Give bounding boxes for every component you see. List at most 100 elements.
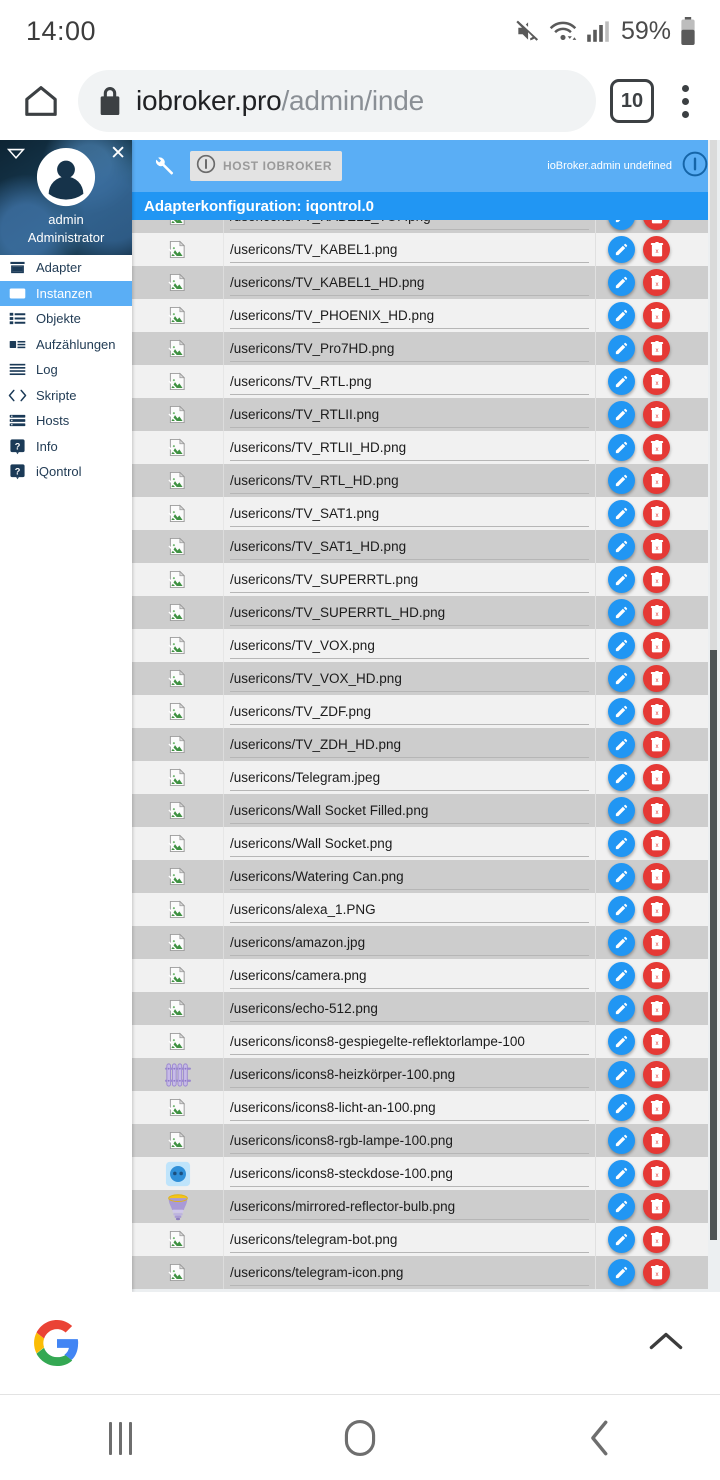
icon-path-field-cell[interactable]: /usericons/Wall Socket Filled.png [224, 794, 596, 827]
pencil-icon[interactable] [608, 302, 635, 329]
trash-icon[interactable]: x [643, 929, 670, 956]
icon-path-input[interactable]: /usericons/Wall Socket Filled.png [230, 802, 589, 824]
pencil-icon[interactable] [608, 434, 635, 461]
trash-icon[interactable]: x [643, 1061, 670, 1088]
table-row[interactable]: /usericons/amazon.jpg x [132, 926, 708, 959]
home-circle-icon[interactable] [300, 1396, 420, 1480]
icon-path-input[interactable]: /usericons/TV_RTLII_HD.png [230, 439, 589, 461]
table-row[interactable]: /usericons/Wall Socket Filled.png x [132, 794, 708, 827]
table-row[interactable]: /usericons/TV_RTLII.png x [132, 398, 708, 431]
table-row[interactable]: /usericons/icons8-gespiegelte-reflektorl… [132, 1025, 708, 1058]
table-row[interactable]: /usericons/TV_VOX.png x [132, 629, 708, 662]
pencil-icon[interactable] [608, 1193, 635, 1220]
table-row[interactable]: /usericons/telegram-icon.png x [132, 1256, 708, 1289]
table-row[interactable]: /usericons/TV_VOX_HD.png x [132, 662, 708, 695]
icon-path-input[interactable]: /usericons/icons8-heizkörper-100.png [230, 1066, 589, 1088]
trash-icon[interactable]: x [643, 896, 670, 923]
icon-path-field-cell[interactable]: /usericons/TV_PHOENIX_HD.png [224, 299, 596, 332]
trash-icon[interactable]: x [643, 1226, 670, 1253]
chevron-up-icon[interactable] [646, 1328, 686, 1359]
trash-icon[interactable]: x [643, 1094, 670, 1121]
icon-path-field-cell[interactable]: /usericons/TV_VOX.png [224, 629, 596, 662]
trash-icon[interactable]: x [643, 500, 670, 527]
icon-path-field-cell[interactable]: /usericons/Wall Socket.png [224, 827, 596, 860]
sidebar-item-info[interactable]: ? Info [0, 434, 132, 460]
icon-path-input[interactable]: /usericons/TV_RTL_HD.png [230, 472, 589, 494]
icon-path-input[interactable]: /usericons/alexa_1.PNG [230, 901, 589, 923]
trash-icon[interactable]: x [643, 368, 670, 395]
pencil-icon[interactable] [608, 698, 635, 725]
icon-path-input[interactable]: /usericons/TV_PHOENIX_HD.png [230, 307, 589, 329]
back-chevron-icon[interactable] [540, 1396, 660, 1480]
scrollbar-thumb[interactable] [710, 650, 717, 1240]
icon-path-input[interactable]: /usericons/TV_SAT1_HD.png [230, 538, 589, 560]
icon-path-field-cell[interactable]: /usericons/TV_RTLII.png [224, 398, 596, 431]
icon-path-field-cell[interactable]: /usericons/TV_ZDF.png [224, 695, 596, 728]
trash-icon[interactable]: x [643, 962, 670, 989]
pencil-icon[interactable] [608, 335, 635, 362]
table-row[interactable]: /usericons/TV_SUPERRTL_HD.png x [132, 596, 708, 629]
icon-path-field-cell[interactable]: /usericons/TV_Pro7HD.png [224, 332, 596, 365]
trash-icon[interactable]: x [643, 995, 670, 1022]
pencil-icon[interactable] [608, 896, 635, 923]
table-row[interactable]: /usericons/TV_RTL_HD.png x [132, 464, 708, 497]
pencil-icon[interactable] [608, 1094, 635, 1121]
page-scrollbar[interactable] [708, 140, 720, 1292]
pencil-icon[interactable] [608, 269, 635, 296]
pencil-icon[interactable] [608, 401, 635, 428]
icon-path-input[interactable]: /usericons/TV_SUPERRTL.png [230, 571, 589, 593]
icon-path-field-cell[interactable]: /usericons/icons8-steckdose-100.png [224, 1157, 596, 1190]
icon-path-field-cell[interactable]: /usericons/alexa_1.PNG [224, 893, 596, 926]
icon-path-input[interactable]: /usericons/TV_KABEL1_HD.png [230, 274, 589, 296]
address-bar[interactable]: iobroker.pro/admin/inde [78, 70, 596, 132]
icon-path-input[interactable]: /usericons/Wall Socket.png [230, 835, 589, 857]
trash-icon[interactable]: x [643, 302, 670, 329]
pencil-icon[interactable] [608, 1028, 635, 1055]
icon-path-input[interactable]: /usericons/TV_RTLII.png [230, 406, 589, 428]
icon-path-input[interactable]: /usericons/telegram-bot.png [230, 1231, 589, 1253]
trash-icon[interactable]: x [643, 665, 670, 692]
pencil-icon[interactable] [608, 929, 635, 956]
pencil-icon[interactable] [608, 1226, 635, 1253]
icon-path-field-cell[interactable]: /usericons/TV_RTL.png [224, 365, 596, 398]
close-icon[interactable]: ✕ [110, 144, 126, 163]
icon-path-field-cell[interactable]: /usericons/TV_KABEL1_HD.png [224, 266, 596, 299]
trash-icon[interactable]: x [643, 797, 670, 824]
icon-path-input[interactable]: /usericons/icons8-gespiegelte-reflektorl… [230, 1033, 589, 1055]
table-row[interactable]: /usericons/icons8-licht-an-100.png x [132, 1091, 708, 1124]
icon-path-input[interactable]: /usericons/TV_Pro7HD.png [230, 340, 589, 362]
recents-icon[interactable] [60, 1396, 180, 1480]
icon-path-input[interactable]: /usericons/TV_SAT1.png [230, 505, 589, 527]
pencil-icon[interactable] [608, 220, 635, 230]
table-row[interactable]: /usericons/TV_ZDF.png x [132, 695, 708, 728]
pencil-icon[interactable] [608, 863, 635, 890]
table-row[interactable]: /usericons/TV_KABEL1_TOP.png x [132, 220, 708, 233]
table-row[interactable]: /usericons/TV_PHOENIX_HD.png x [132, 299, 708, 332]
icon-path-input[interactable]: /usericons/icons8-licht-an-100.png [230, 1099, 589, 1121]
overflow-menu-icon[interactable] [668, 84, 702, 118]
trash-icon[interactable]: x [643, 467, 670, 494]
trash-icon[interactable]: x [643, 533, 670, 560]
icon-path-input[interactable]: /usericons/mirrored-reflector-bulb.png [230, 1198, 589, 1220]
trash-icon[interactable]: x [643, 863, 670, 890]
table-row[interactable]: /usericons/TV_Pro7HD.png x [132, 332, 708, 365]
icon-path-field-cell[interactable]: /usericons/TV_ZDH_HD.png [224, 728, 596, 761]
sidebar-item-skripte[interactable]: Skripte [0, 383, 132, 409]
icon-path-field-cell[interactable]: /usericons/TV_SUPERRTL.png [224, 563, 596, 596]
host-selector-chip[interactable]: HOST IOBROKER [190, 151, 343, 181]
icon-path-field-cell[interactable]: /usericons/echo-512.png [224, 992, 596, 1025]
icon-path-field-cell[interactable]: /usericons/camera.png [224, 959, 596, 992]
pencil-icon[interactable] [608, 764, 635, 791]
table-row[interactable]: /usericons/telegram-bot.png x [132, 1223, 708, 1256]
pencil-icon[interactable] [608, 797, 635, 824]
table-row[interactable]: /usericons/Telegram.jpeg x [132, 761, 708, 794]
pencil-icon[interactable] [608, 1259, 635, 1286]
trash-icon[interactable]: x [643, 830, 670, 857]
table-row[interactable]: /usericons/icons8-rgb-lampe-100.png x [132, 1124, 708, 1157]
icon-path-input[interactable]: /usericons/Watering Can.png [230, 868, 589, 890]
icon-path-field-cell[interactable]: /usericons/icons8-rgb-lampe-100.png [224, 1124, 596, 1157]
table-row[interactable]: /usericons/Wall Socket.png x [132, 827, 708, 860]
pencil-icon[interactable] [608, 500, 635, 527]
sidebar-item-instanzen[interactable]: Instanzen [0, 280, 132, 306]
wrench-icon[interactable] [144, 155, 182, 177]
